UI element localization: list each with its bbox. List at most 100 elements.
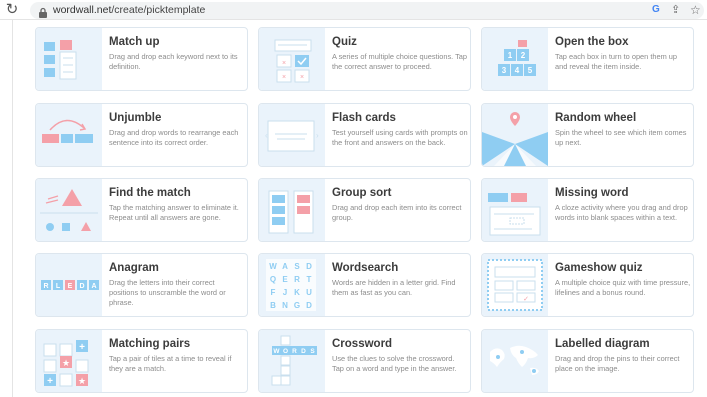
share-icon[interactable]: ⇪ [671, 3, 680, 16]
template-card-open-the-box[interactable]: 1 2 3 4 5 Open the box Tap each box in t… [481, 27, 694, 91]
template-card-missing-word[interactable]: Missing word A cloze activity where you … [481, 178, 694, 242]
url-path: /create/picktemplate [111, 4, 206, 16]
grid-letter: W [269, 262, 277, 271]
template-card-gameshow-quiz[interactable]: ✓ Gameshow quiz A multiple choice quiz w… [481, 253, 694, 317]
grid-letter: T [307, 275, 312, 284]
svg-text:★: ★ [78, 376, 86, 386]
template-description: A series of multiple choice questions. T… [332, 52, 468, 71]
anagram-letter: A [91, 283, 96, 290]
template-description: Drag and drop each item into its correct… [332, 203, 462, 222]
grid-letter: F [271, 288, 276, 297]
labelled-diagram-thumbnail [482, 330, 548, 392]
grid-letter: E [282, 275, 288, 284]
template-card-quiz[interactable]: × × × Quiz A series of multiple choice q… [258, 27, 471, 91]
template-title: Open the box [555, 36, 629, 48]
google-icon[interactable]: G [652, 4, 660, 15]
crossword-letter: W [273, 348, 280, 355]
template-card-wordsearch[interactable]: W A S D Q E R T F J K U B N G D Wordsear… [258, 253, 471, 317]
page-divider [12, 20, 13, 397]
grid-letter: Q [270, 275, 276, 284]
template-card-anagram[interactable]: R L E D A Anagram Drag the letters into … [35, 253, 248, 317]
box-number: 4 [515, 66, 520, 75]
box-number: 3 [502, 66, 507, 75]
find-the-match-thumbnail [36, 179, 102, 241]
unjumble-thumbnail [36, 104, 102, 166]
grid-letter: R [294, 275, 300, 284]
box-number: 2 [521, 51, 526, 60]
grid-letter: B [270, 301, 276, 310]
svg-text:✓: ✓ [523, 296, 529, 303]
template-card-unjumble[interactable]: Unjumble Drag and drop words to rearrang… [35, 103, 248, 167]
box-number: 1 [508, 51, 513, 60]
grid-letter: N [282, 301, 288, 310]
template-title: Group sort [332, 187, 392, 199]
template-card-find-the-match[interactable]: Find the match Tap the matching answer t… [35, 178, 248, 242]
template-description: Tap the matching answer to eliminate it.… [109, 203, 239, 222]
reload-icon[interactable]: ↻ [4, 2, 20, 18]
template-description: Drag and drop words to rearrange each se… [109, 128, 239, 147]
anagram-letter: L [56, 283, 61, 290]
template-description: A multiple choice quiz with time pressur… [555, 278, 691, 297]
matching-pairs-thumbnail: + ★ + ★ [36, 330, 102, 392]
quiz-thumbnail: × × × [259, 28, 325, 90]
url-text[interactable]: wordwall.net/create/picktemplate [53, 4, 205, 17]
anagram-thumbnail: R L E D A [36, 254, 102, 316]
template-description: Test yourself using cards with prompts o… [332, 128, 468, 147]
open-the-box-thumbnail: 1 2 3 4 5 [482, 28, 548, 90]
svg-text:+: + [79, 342, 85, 353]
svg-text:‹: ‹ [265, 131, 268, 140]
template-description: Drag and drop each keyword next to its d… [109, 52, 238, 71]
template-description: Spin the wheel to see which item comes u… [555, 128, 687, 147]
template-title: Wordsearch [332, 262, 399, 274]
anagram-letter: R [43, 283, 48, 290]
anagram-letter: E [68, 283, 73, 290]
missing-word-thumbnail [482, 179, 548, 241]
grid-letter: G [294, 301, 300, 310]
url-domain: wordwall.net [53, 4, 112, 16]
template-description: Use the clues to solve the crossword. Ta… [332, 354, 457, 373]
template-title: Matching pairs [109, 338, 191, 350]
address-bar[interactable]: wordwall.net/create/picktemplate G ⇪ ☆ [30, 2, 704, 19]
template-description: Drag the letters into their correct posi… [109, 278, 226, 307]
gameshow-quiz-thumbnail: ✓ [482, 254, 548, 316]
template-card-labelled-diagram[interactable]: Labelled diagram Drag and drop the pins … [481, 329, 694, 393]
svg-text:×: × [300, 74, 304, 81]
template-title: Random wheel [555, 112, 637, 124]
template-title: Find the match [109, 187, 191, 199]
template-description: Drag and drop the pins to their correct … [555, 354, 680, 373]
template-card-matching-pairs[interactable]: + ★ + ★ Matching pairs Tap a pair of til… [35, 329, 248, 393]
template-title: Unjumble [109, 112, 162, 124]
match-up-thumbnail [36, 28, 102, 90]
crossword-letter: O [283, 348, 288, 355]
template-card-flash-cards[interactable]: ‹ › Flash cards Test yourself using card… [258, 103, 471, 167]
grid-letter: U [306, 288, 312, 297]
grid-letter: S [294, 262, 300, 271]
template-description: Tap each box in turn to open them up and… [555, 52, 678, 71]
group-sort-thumbnail [259, 179, 325, 241]
crossword-letter: S [310, 348, 315, 355]
template-card-random-wheel[interactable]: Random wheel Spin the wheel to see which… [481, 103, 694, 167]
template-card-crossword[interactable]: W O R D S Crossword Use the clues to sol… [258, 329, 471, 393]
grid-letter: A [282, 262, 288, 271]
wordsearch-thumbnail: W A S D Q E R T F J K U B N G D [259, 254, 325, 316]
browser-toolbar: ↻ wordwall.net/create/picktemplate G ⇪ ☆ [0, 0, 707, 20]
grid-letter: J [283, 288, 287, 297]
grid-letter: D [306, 262, 312, 271]
lock-icon[interactable] [38, 5, 48, 18]
template-title: Quiz [332, 36, 357, 48]
bookmark-star-icon[interactable]: ☆ [690, 3, 701, 17]
grid-letter: K [294, 288, 300, 297]
anagram-letter: D [79, 283, 84, 290]
crossword-letter: R [292, 348, 297, 355]
template-card-group-sort[interactable]: Group sort Drag and drop each item into … [258, 178, 471, 242]
template-title: Labelled diagram [555, 338, 650, 350]
template-card-match-up[interactable]: Match up Drag and drop each keyword next… [35, 27, 248, 91]
template-description: Words are hidden in a letter grid. Find … [332, 278, 456, 297]
box-number: 5 [528, 66, 533, 75]
template-description: Tap a pair of tiles at a time to reveal … [109, 354, 232, 373]
template-title: Crossword [332, 338, 393, 350]
svg-text:+: + [47, 376, 53, 387]
random-wheel-thumbnail [482, 104, 548, 166]
crossword-letter: D [301, 348, 306, 355]
flash-cards-thumbnail: ‹ › [259, 104, 325, 166]
